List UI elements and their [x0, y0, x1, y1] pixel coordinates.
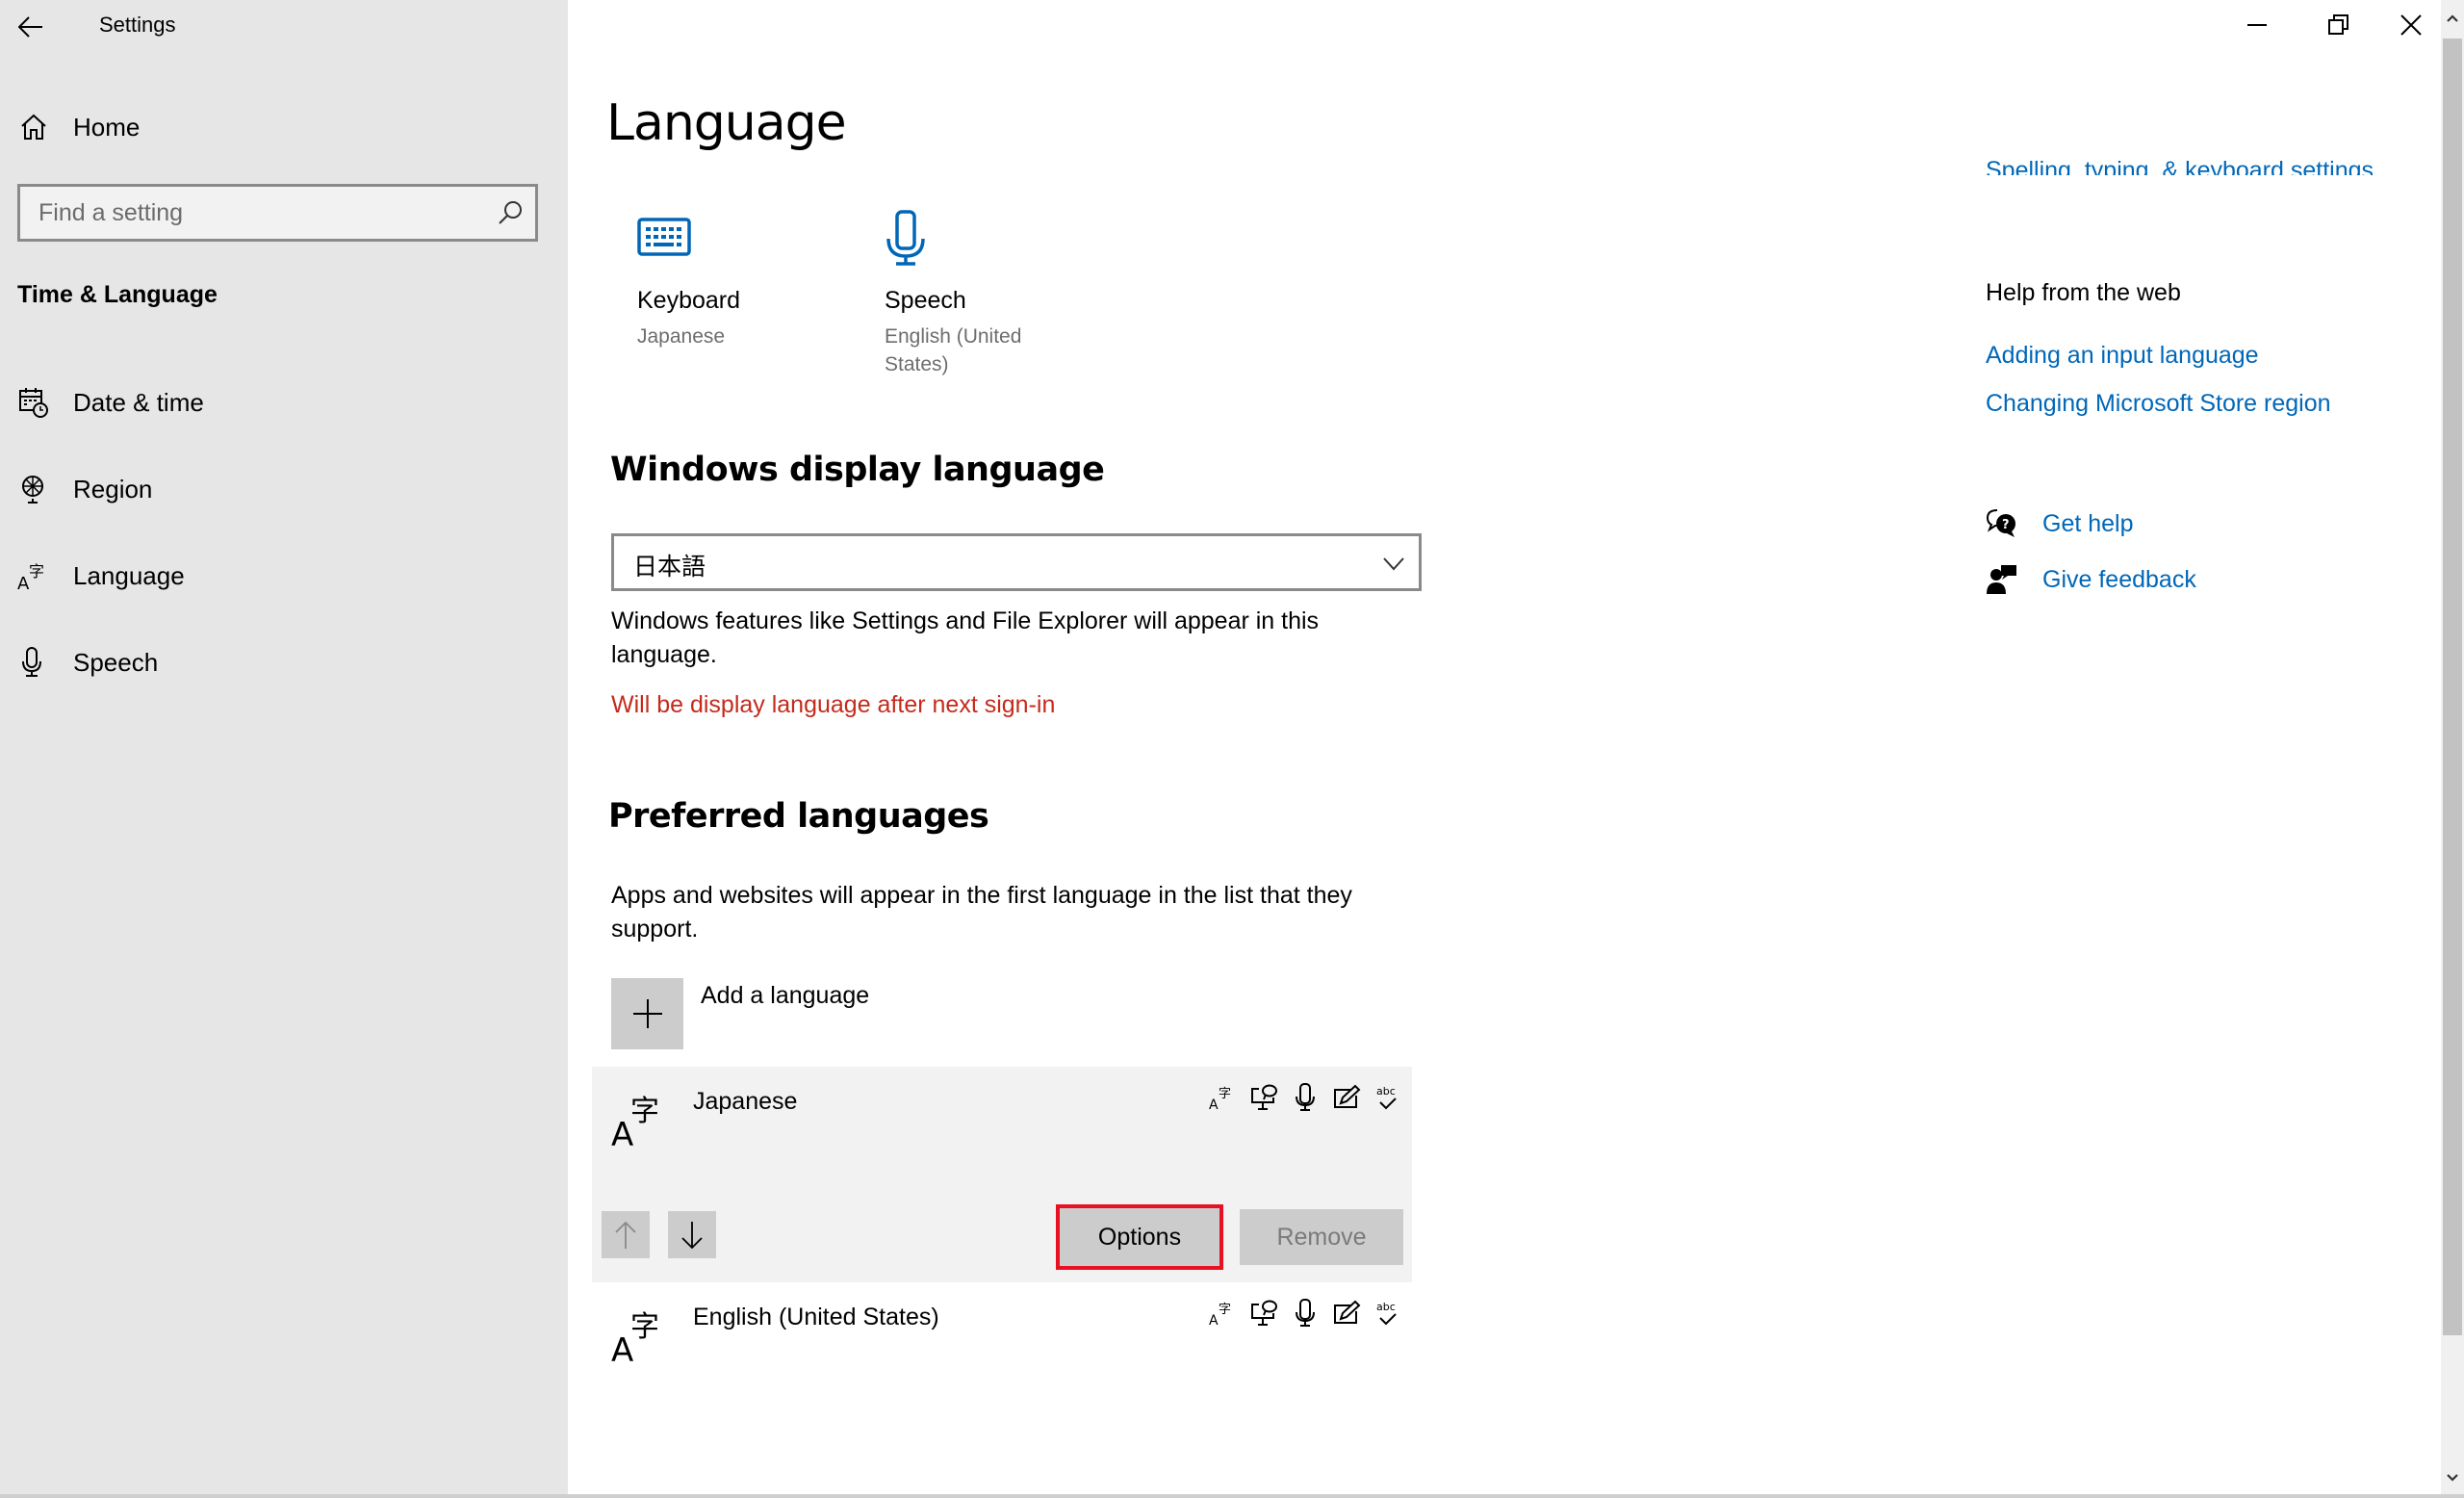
- speech-recognition-icon: [1290, 1298, 1320, 1328]
- give-feedback-link[interactable]: Give feedback: [2042, 566, 2196, 594]
- main-content: Language Keyboard Japanese Speech Englis…: [568, 0, 2441, 1494]
- svg-text:A: A: [1209, 1313, 1219, 1327]
- handwriting-icon: [1331, 1298, 1361, 1328]
- help-from-web-heading: Help from the web: [1986, 279, 2181, 306]
- restore-button[interactable]: [2300, 0, 2377, 50]
- svg-text:字: 字: [630, 1095, 659, 1128]
- chevron-down-icon: [1382, 552, 1405, 575]
- preferred-languages-description: Apps and websites will appear in the fir…: [611, 882, 1352, 943]
- section-title: Time & Language: [17, 281, 218, 308]
- move-down-button[interactable]: [668, 1211, 716, 1258]
- sidebar-item-label: Home: [73, 112, 141, 142]
- sidebar-item-label: Language: [73, 560, 185, 590]
- svg-text:字: 字: [1219, 1087, 1231, 1101]
- give-feedback-icon: [1986, 564, 2018, 595]
- search-icon[interactable]: [497, 199, 524, 226]
- options-button[interactable]: Options: [1056, 1204, 1223, 1270]
- remove-button[interactable]: Remove: [1240, 1209, 1403, 1265]
- language-features: A字 abc: [1207, 1082, 1402, 1112]
- language-item-english-us[interactable]: A字 English (United States) A字 abc: [592, 1282, 1412, 1398]
- speech-recognition-icon: [1290, 1082, 1320, 1112]
- sidebar-item-region[interactable]: Region: [0, 460, 568, 518]
- chevron-up-icon: [2447, 14, 2458, 22]
- globe-icon: [17, 473, 50, 505]
- svg-text:字: 字: [29, 562, 44, 581]
- minimize-button[interactable]: [2219, 0, 2296, 50]
- language-name: English (United States): [693, 1304, 939, 1330]
- display-language-icon: A字: [1207, 1298, 1237, 1328]
- sidebar-item-label: Region: [73, 474, 153, 504]
- help-link-changing-store-region[interactable]: Changing Microsoft Store region: [1986, 390, 2331, 418]
- get-help-icon: ?: [1986, 508, 2018, 539]
- chevron-down-icon: [2447, 1474, 2458, 1482]
- back-button[interactable]: [12, 8, 50, 46]
- tile-name: Speech: [885, 287, 966, 314]
- calendar-clock-icon: [17, 386, 50, 419]
- sidebar-item-home[interactable]: Home: [0, 98, 568, 156]
- display-language-description: Windows features like Settings and File …: [611, 607, 1320, 668]
- app-title: Settings: [99, 13, 176, 37]
- tile-subtitle: Japanese: [637, 325, 726, 348]
- spell-check-icon: abc: [1373, 1082, 1402, 1112]
- move-up-button[interactable]: [602, 1211, 650, 1258]
- dropdown-value: 日本語: [633, 553, 706, 581]
- minimize-icon: [2247, 24, 2267, 26]
- language-icon: A字: [609, 1092, 667, 1154]
- close-icon: [2400, 14, 2422, 36]
- help-link-adding-input-language[interactable]: Adding an input language: [1986, 342, 2259, 370]
- svg-text:字: 字: [630, 1310, 659, 1344]
- page-title: Language: [606, 94, 847, 152]
- svg-text:?: ?: [2002, 518, 2010, 532]
- add-language-label[interactable]: Add a language: [701, 982, 869, 1010]
- search-input[interactable]: [20, 187, 473, 239]
- sidebar: Settings Home Time & Language Date & tim…: [0, 0, 568, 1494]
- display-language-dropdown[interactable]: 日本語: [611, 533, 1422, 591]
- add-language-button[interactable]: [611, 978, 683, 1049]
- language-icon: A字: [17, 559, 50, 592]
- preferred-languages-heading: Preferred languages: [608, 797, 989, 836]
- spell-check-icon: abc: [1373, 1298, 1402, 1328]
- svg-text:abc: abc: [1376, 1085, 1396, 1098]
- sidebar-item-label: Date & time: [73, 387, 204, 417]
- home-icon: [17, 111, 50, 143]
- microphone-icon: [17, 646, 50, 679]
- tile-name: Keyboard: [637, 287, 741, 314]
- display-language-heading: Windows display language: [610, 451, 1105, 489]
- back-arrow-icon: [18, 16, 42, 38]
- scroll-up-button[interactable]: [2441, 4, 2464, 33]
- language-icon: A字: [609, 1307, 667, 1370]
- close-button[interactable]: [2382, 0, 2440, 50]
- scroll-down-button[interactable]: [2441, 1463, 2464, 1492]
- keyboard-icon: [637, 210, 695, 277]
- scrollbar-thumb[interactable]: [2443, 39, 2462, 1335]
- sidebar-item-speech[interactable]: Speech: [0, 633, 568, 691]
- sidebar-item-date-time[interactable]: Date & time: [0, 374, 568, 431]
- arrow-up-icon: [615, 1221, 636, 1249]
- keyboard-tile[interactable]: Keyboard Japanese: [637, 210, 830, 383]
- display-language-icon: A字: [1207, 1082, 1237, 1112]
- text-to-speech-icon: [1248, 1082, 1278, 1112]
- window-bottom-border: [0, 1494, 2464, 1498]
- tile-subtitle: English (United States): [885, 325, 1022, 375]
- text-to-speech-icon: [1248, 1298, 1278, 1328]
- search-box[interactable]: [17, 184, 538, 242]
- spelling-typing-keyboard-link[interactable]: Spelling, typing, & keyboard settings: [1986, 154, 2374, 175]
- language-item-japanese[interactable]: A字 Japanese A字 abc Options Remove: [592, 1067, 1412, 1282]
- plus-icon: [632, 999, 662, 1028]
- svg-text:字: 字: [1219, 1303, 1231, 1317]
- language-name: Japanese: [693, 1088, 798, 1115]
- speech-tile[interactable]: Speech English (United States): [885, 210, 1077, 383]
- arrow-down-icon: [681, 1221, 703, 1249]
- microphone-icon: [885, 210, 942, 277]
- get-help-link[interactable]: Get help: [2042, 510, 2134, 538]
- sidebar-item-label: Speech: [73, 647, 159, 677]
- display-language-warning: Will be display language after next sign…: [611, 691, 1056, 718]
- handwriting-icon: [1331, 1082, 1361, 1112]
- sidebar-item-language[interactable]: A字 Language: [0, 547, 568, 605]
- svg-text:A: A: [1209, 1098, 1219, 1111]
- restore-icon: [2328, 14, 2348, 35]
- language-features: A字 abc: [1207, 1298, 1402, 1328]
- svg-text:abc: abc: [1376, 1301, 1396, 1313]
